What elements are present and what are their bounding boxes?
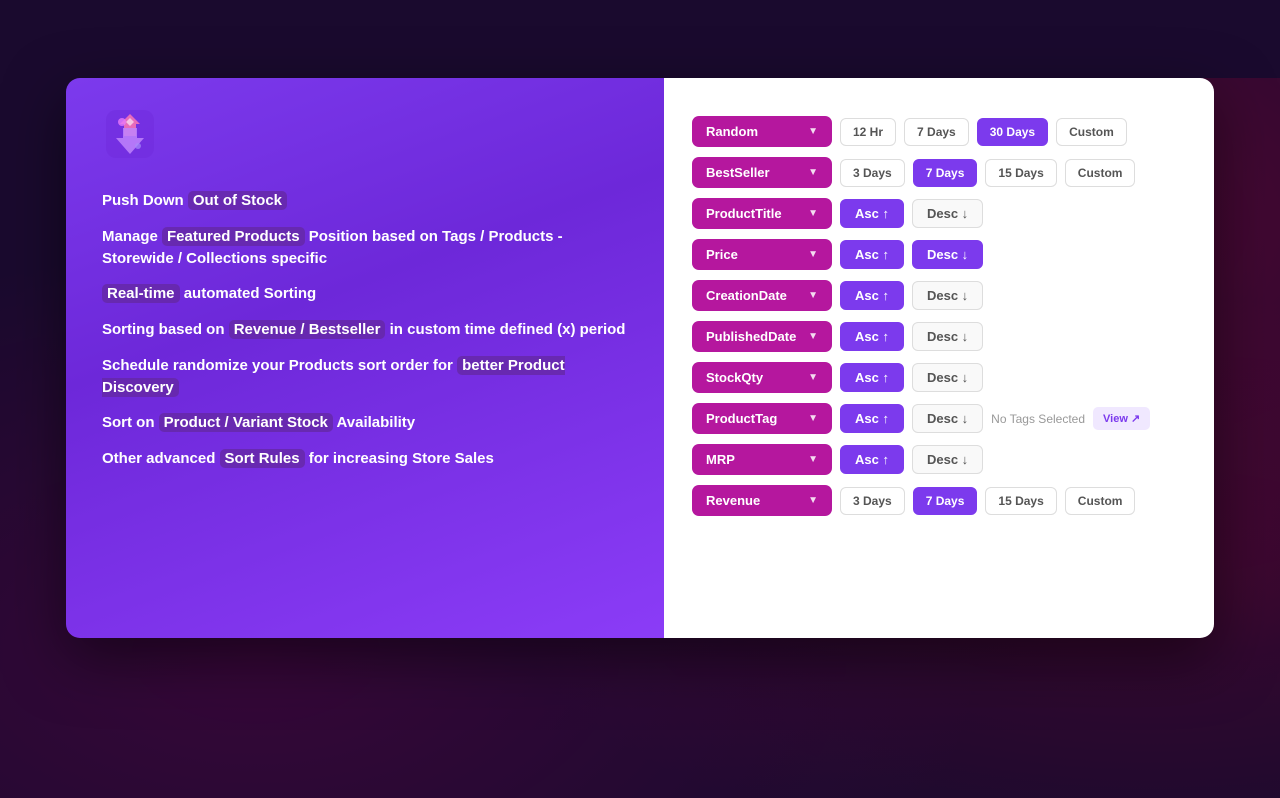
desc-button-row-publisheddate[interactable]: Desc ↓: [912, 322, 983, 351]
feature-item: Manage Featured Products Position based …: [102, 226, 628, 270]
features-list: Push Down Out of Stock Manage Featured Pr…: [102, 190, 628, 470]
pill-7-days[interactable]: 7 Days: [913, 487, 978, 515]
desc-button-row-price[interactable]: Desc ↓: [912, 240, 983, 269]
chevron-down-icon: ▼: [808, 495, 818, 506]
desc-button-row-mrp[interactable]: Desc ↓: [912, 445, 983, 474]
asc-button-row-stockqty[interactable]: Asc ↑: [840, 363, 904, 392]
pill-15-days[interactable]: 15 Days: [985, 487, 1056, 515]
pill-7-days[interactable]: 7 Days: [913, 159, 978, 187]
right-panel: Random▼12 Hr7 Days30 DaysCustomBestSelle…: [664, 78, 1214, 638]
logo-area: [102, 106, 628, 162]
chevron-down-icon: ▼: [808, 372, 818, 383]
dropdown-label: Random: [706, 124, 758, 139]
desc-button-row-stockqty[interactable]: Desc ↓: [912, 363, 983, 392]
desc-button-row-creationdate[interactable]: Desc ↓: [912, 281, 983, 310]
chevron-down-icon: ▼: [808, 290, 818, 301]
pill-custom[interactable]: Custom: [1065, 487, 1136, 515]
feature-item: Sort on Product / Variant Stock Availabi…: [102, 412, 628, 434]
dropdown-row-producttag[interactable]: ProductTag ▼: [692, 403, 832, 434]
asc-button-row-producttag[interactable]: Asc ↑: [840, 404, 904, 433]
asc-button-row-producttitle[interactable]: Asc ↑: [840, 199, 904, 228]
dropdown-row-publisheddate[interactable]: PublishedDate ▼: [692, 321, 832, 352]
feature-item: Other advanced Sort Rules for increasing…: [102, 448, 628, 470]
sort-row: Price ▼ Asc ↑ Desc ↓: [692, 239, 1186, 270]
chevron-down-icon: ▼: [808, 126, 818, 137]
pill-3-days[interactable]: 3 Days: [840, 159, 905, 187]
dropdown-label: CreationDate: [706, 288, 787, 303]
pill-3-days[interactable]: 3 Days: [840, 487, 905, 515]
asc-button-row-price[interactable]: Asc ↑: [840, 240, 904, 269]
dropdown-label: ProductTag: [706, 411, 777, 426]
chevron-down-icon: ▼: [808, 413, 818, 424]
dropdown-row-producttitle[interactable]: ProductTitle ▼: [692, 198, 832, 229]
feature-item: Push Down Out of Stock: [102, 190, 628, 212]
dropdown-label: BestSeller: [706, 165, 770, 180]
dropdown-row-revenue[interactable]: Revenue ▼: [692, 485, 832, 516]
dropdown-row-random[interactable]: Random ▼: [692, 116, 832, 147]
sort-row: BestSeller ▼ 3 Days 7 Days15 Days Custom: [692, 157, 1186, 188]
dropdown-row-bestseller[interactable]: BestSeller ▼: [692, 157, 832, 188]
desc-button-row-producttag[interactable]: Desc ↓: [912, 404, 983, 433]
dropdown-row-mrp[interactable]: MRP ▼: [692, 444, 832, 475]
chevron-down-icon: ▼: [808, 331, 818, 342]
desc-button-row-producttitle[interactable]: Desc ↓: [912, 199, 983, 228]
pill-7-days[interactable]: 7 Days: [904, 118, 969, 146]
logo-icon: [102, 106, 158, 162]
pill-custom[interactable]: Custom: [1056, 118, 1127, 146]
sort-rows: Random▼12 Hr7 Days30 DaysCustomBestSelle…: [692, 116, 1186, 516]
sort-row: Revenue ▼ 3 Days 7 Days15 Days Custom: [692, 485, 1186, 516]
sort-row: StockQty ▼ Asc ↑ Desc ↓: [692, 362, 1186, 393]
chevron-down-icon: ▼: [808, 454, 818, 465]
pill-custom[interactable]: Custom: [1065, 159, 1136, 187]
main-container: Push Down Out of Stock Manage Featured Pr…: [66, 78, 1214, 638]
sort-row: CreationDate ▼ Asc ↑ Desc ↓: [692, 280, 1186, 311]
dropdown-label: Revenue: [706, 493, 760, 508]
no-tags-text: No Tags Selected: [991, 412, 1085, 426]
dropdown-row-stockqty[interactable]: StockQty ▼: [692, 362, 832, 393]
sort-row: PublishedDate ▼ Asc ↑ Desc ↓: [692, 321, 1186, 352]
sort-row: ProductTag ▼ Asc ↑ Desc ↓ No Tags Selected Vi…: [692, 403, 1186, 434]
dropdown-row-price[interactable]: Price ▼: [692, 239, 832, 270]
feature-item: Schedule randomize your Products sort or…: [102, 355, 628, 399]
chevron-down-icon: ▼: [808, 249, 818, 260]
dropdown-label: ProductTitle: [706, 206, 782, 221]
dropdown-row-creationdate[interactable]: CreationDate ▼: [692, 280, 832, 311]
dropdown-label: MRP: [706, 452, 735, 467]
view-button[interactable]: View ↗: [1093, 407, 1150, 430]
asc-button-row-publisheddate[interactable]: Asc ↑: [840, 322, 904, 351]
sort-row: Random ▼ 12 Hr 7 Days 30 Days Custom: [692, 116, 1186, 147]
dropdown-label: Price: [706, 247, 738, 262]
feature-item: Real-time automated Sorting: [102, 283, 628, 305]
asc-button-row-mrp[interactable]: Asc ↑: [840, 445, 904, 474]
pill-30-days[interactable]: 30 Days: [977, 118, 1048, 146]
pill-12-hr[interactable]: 12 Hr: [840, 118, 896, 146]
chevron-down-icon: ▼: [808, 167, 818, 178]
feature-item: Sorting based on Revenue / Bestseller in…: [102, 319, 628, 341]
sort-row: ProductTitle ▼ Asc ↑ Desc ↓: [692, 198, 1186, 229]
pill-15-days[interactable]: 15 Days: [985, 159, 1056, 187]
left-panel: Push Down Out of Stock Manage Featured Pr…: [66, 78, 664, 638]
chevron-down-icon: ▼: [808, 208, 818, 219]
dropdown-label: StockQty: [706, 370, 763, 385]
dropdown-label: PublishedDate: [706, 329, 796, 344]
sort-row: MRP ▼ Asc ↑ Desc ↓: [692, 444, 1186, 475]
asc-button-row-creationdate[interactable]: Asc ↑: [840, 281, 904, 310]
